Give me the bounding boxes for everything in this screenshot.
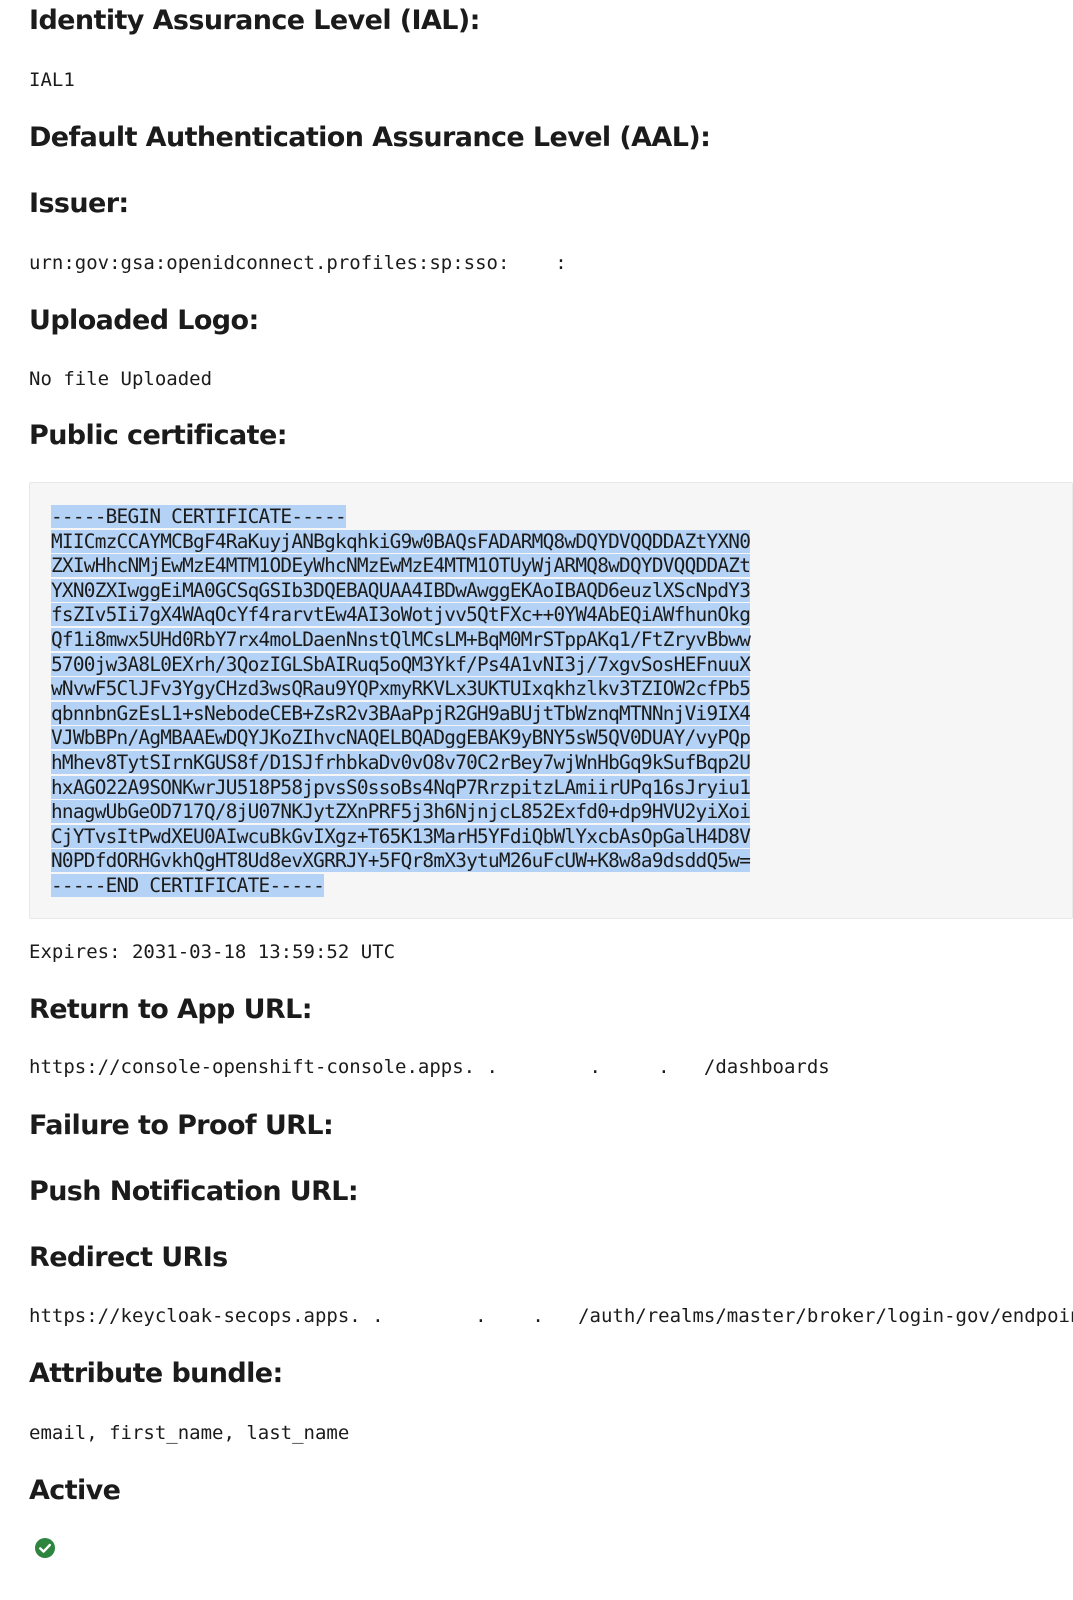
certificate-line-text: VJWbBPn/AgMBAAEwDQYJKoZIhvcNAQELBQADggEB… (51, 726, 751, 750)
issuer-heading: Issuer: (29, 188, 129, 219)
certificate-text[interactable]: -----BEGIN CERTIFICATE----- MIICmzCCAYMCB… (51, 505, 1050, 899)
certificate-line: 5700jw3A8L0EXrh/3QozIGLSbAIRuq5oQM3Ykf/P… (51, 652, 1050, 678)
attribute-bundle-value: email, first_name, last_name (29, 1422, 350, 1444)
certificate-line: hMhev8TytSIrnKGUS8f/D1SJfrhbkaDv0vO8v70C… (51, 750, 1050, 776)
certificate-line-text: MIICmzCCAYMCBgF4RaKuyjANBgkqhkiG9w0BAQsF… (51, 529, 751, 553)
aal-heading: Default Authentication Assurance Level (… (29, 122, 711, 153)
certificate-line-text: -----END CERTIFICATE----- (51, 873, 325, 897)
certificate-line-text: hxAGO22A9SONKwrJU518P58jpvsS0ssoBs4NqP7R… (51, 775, 751, 799)
failure-url-heading: Failure to Proof URL: (29, 1110, 334, 1141)
certificate-line: CjYTvsItPwdXEU0AIwcuBkGvIXgz+T65K13MarH5… (51, 824, 1050, 850)
certificate-line: MIICmzCCAYMCBgF4RaKuyjANBgkqhkiG9w0BAQsF… (51, 529, 1050, 555)
certificate-line-text: hnagwUbGeOD717Q/8jU07NKJytZXnPRF5j3h6Njn… (51, 800, 751, 824)
certificate-line: ZXIwHhcNMjEwMzE4MTM1ODEyWhcNMzEwMzE4MTM1… (51, 554, 1050, 579)
certificate-line: N0PDfdORHGvkhQgHT8Ud8evXGRRJY+5FQr8mX3yt… (51, 849, 1050, 874)
return-url-value: https://console-openshift-console.apps. … (29, 1056, 830, 1078)
certificate-expires: Expires: 2031-03-18 13:59:52 UTC (29, 941, 396, 963)
certificate-line: VJWbBPn/AgMBAAEwDQYJKoZIhvcNAQELBQADggEB… (51, 726, 1050, 751)
ial-value: IAL1 (29, 69, 75, 91)
certificate-box[interactable]: -----BEGIN CERTIFICATE----- MIICmzCCAYMCB… (29, 482, 1073, 919)
certificate-line-text: Qf1i8mwx5UHd0RbY7rx4moLDaenNnstQlMCsLM+B… (51, 627, 751, 651)
push-url-heading: Push Notification URL: (29, 1176, 359, 1207)
certificate-line-text: qbnnbnGzEsL1+sNebodeCEB+ZsR2v3BAaPpjR2GH… (51, 701, 751, 725)
certificate-line: fsZIv5Ii7gX4WAqOcYf4rarvtEw4AI3oWotjvv5Q… (51, 603, 1050, 628)
certificate-line-text: wNvwF5ClJFv3YgyCHzd3wsQRau9YQPxmyRKVLx3U… (51, 677, 751, 701)
ial-heading: Identity Assurance Level (IAL): (29, 5, 480, 36)
certificate-line-text: hMhev8TytSIrnKGUS8f/D1SJfrhbkaDv0vO8v70C… (51, 750, 751, 774)
certificate-line: hnagwUbGeOD717Q/8jU07NKJytZXnPRF5j3h6Njn… (51, 800, 1050, 825)
certificate-line-text: 5700jw3A8L0EXrh/3QozIGLSbAIRuq5oQM3Ykf/P… (51, 652, 751, 676)
certificate-line-text: CjYTvsItPwdXEU0AIwcuBkGvIXgz+T65K13MarH5… (51, 824, 751, 848)
certificate-line: YXN0ZXIwggEiMA0GCSqGSIb3DQEBAQUAA4IBDwAw… (51, 578, 1050, 604)
certificate-line: hxAGO22A9SONKwrJU518P58jpvsS0ssoBs4NqP7R… (51, 775, 1050, 801)
certificate-line-text: ZXIwHhcNMjEwMzE4MTM1ODEyWhcNMzEwMzE4MTM1… (51, 554, 751, 578)
certificate-line: wNvwF5ClJFv3YgyCHzd3wsQRau9YQPxmyRKVLx3U… (51, 677, 1050, 702)
certificate-line: -----END CERTIFICATE----- (51, 873, 1050, 899)
attribute-bundle-heading: Attribute bundle: (29, 1358, 283, 1389)
uploaded-logo-value: No file Uploaded (29, 368, 213, 390)
public-certificate-heading: Public certificate: (29, 420, 287, 451)
uploaded-logo-heading: Uploaded Logo: (29, 305, 259, 336)
active-heading: Active (29, 1475, 121, 1506)
redirect-uri-value: https://keycloak-secops.apps. . . . /aut… (29, 1305, 1073, 1327)
certificate-line: -----BEGIN CERTIFICATE----- (51, 505, 1050, 530)
return-url-heading: Return to App URL: (29, 994, 313, 1025)
certificate-line-text: -----BEGIN CERTIFICATE----- (51, 505, 347, 528)
check-circle-icon (35, 1538, 55, 1558)
certificate-line-text: N0PDfdORHGvkhQgHT8Ud8evXGRRJY+5FQr8mX3yt… (51, 849, 751, 873)
certificate-line: qbnnbnGzEsL1+sNebodeCEB+ZsR2v3BAaPpjR2GH… (51, 701, 1050, 727)
certificate-line-text: fsZIv5Ii7gX4WAqOcYf4rarvtEw4AI3oWotjvv5Q… (51, 603, 751, 627)
certificate-line-text: YXN0ZXIwggEiMA0GCSqGSIb3DQEBAQUAA4IBDwAw… (51, 578, 751, 602)
issuer-value: urn:gov:gsa:openidconnect.profiles:sp:ss… (29, 252, 567, 274)
certificate-line: Qf1i8mwx5UHd0RbY7rx4moLDaenNnstQlMCsLM+B… (51, 627, 1050, 653)
redirect-uris-heading: Redirect URIs (29, 1242, 228, 1273)
